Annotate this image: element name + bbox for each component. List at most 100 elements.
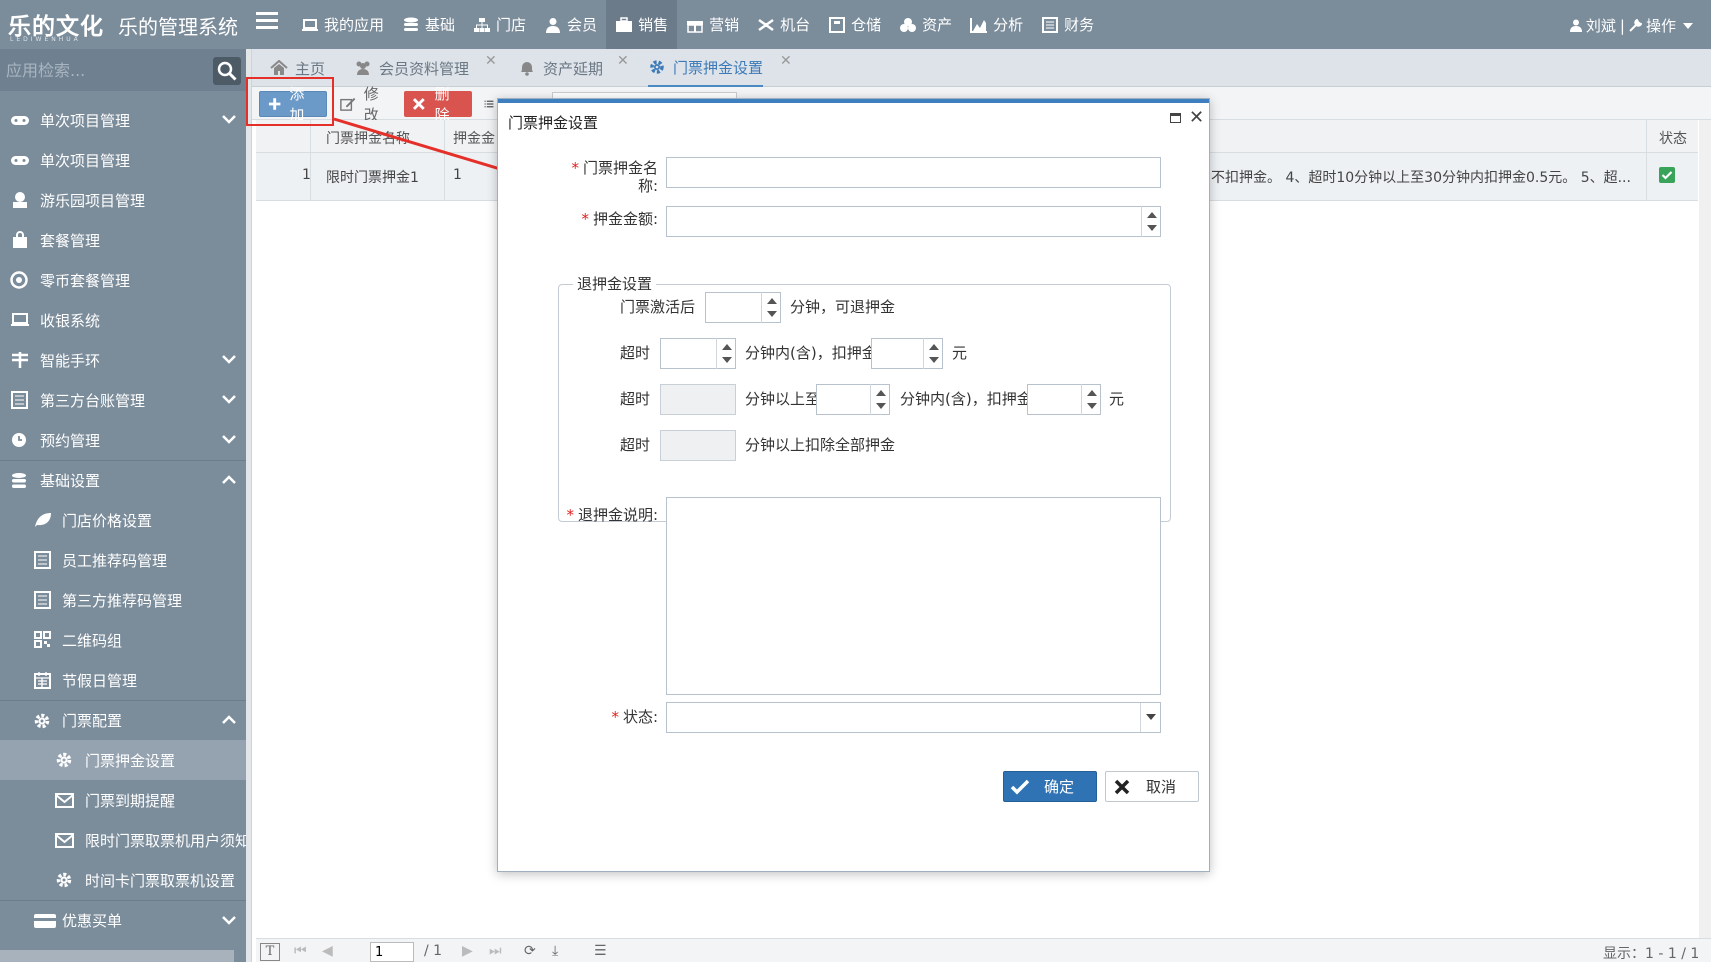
search-input[interactable] [6, 58, 206, 82]
timeout-minutes-4-input [660, 430, 736, 461]
system-title: 乐的管理系统 [118, 15, 238, 39]
sidebar-item-basic-settings[interactable]: 基础设置 [0, 460, 246, 500]
edit-button[interactable]: 修改 [332, 85, 398, 124]
column-header-name[interactable]: 门票押金名称 [326, 128, 410, 148]
maximize-icon[interactable] [1170, 113, 1181, 123]
timeout-minutes-1-spinner[interactable] [716, 338, 736, 369]
nav-assets[interactable]: 资产 [890, 0, 961, 49]
tab-asset-extension[interactable]: 资产延期 [518, 49, 603, 87]
delete-button[interactable]: 删除 [404, 85, 472, 124]
timeout-minutes-2-input [660, 384, 736, 415]
menu-toggle-icon[interactable] [256, 12, 278, 34]
sidebar-scrollbar[interactable] [0, 950, 234, 962]
amount-spinner[interactable] [1141, 206, 1161, 237]
download-icon[interactable]: ⤓ [552, 943, 558, 959]
prev-page-icon[interactable]: ◀ [322, 943, 333, 959]
sidebar-item-timed-ticket-notice[interactable]: 限时门票取票机用户须知 [0, 820, 246, 860]
sidebar-item-label: 门票配置 [62, 712, 123, 730]
deduct-amount-2-spinner[interactable] [1081, 384, 1101, 415]
nav-machine[interactable]: 机台 [748, 0, 819, 49]
sidebar-item-discount-pay[interactable]: 优惠买单 [0, 900, 246, 940]
nav-analysis[interactable]: 分析 [961, 0, 1032, 49]
sidebar-splitter[interactable] [246, 49, 252, 962]
cancel-button[interactable]: 取消 [1105, 771, 1199, 802]
nav-store[interactable]: 门店 [464, 0, 535, 49]
nav-member[interactable]: 会员 [535, 0, 606, 49]
sidebar-item-third-referral[interactable]: 第三方推荐码管理 [0, 580, 246, 620]
sidebar-item-staff-referral[interactable]: 员工推荐码管理 [0, 540, 246, 580]
sidebar-item-timecard-machine[interactable]: 时间卡门票取票机设置 [0, 860, 246, 900]
dialog-title: 门票押金设置 [508, 114, 599, 132]
nav-label: 我的应用 [324, 16, 385, 34]
sidebar-item-label: 单次项目管理 [40, 111, 131, 130]
tab-ticket-deposit[interactable]: 门票押金设置 [648, 49, 764, 87]
gamepad-icon [11, 156, 29, 165]
nav-sales[interactable]: 销售 [606, 0, 678, 49]
status-select[interactable] [666, 702, 1161, 733]
sidebar-item-cashier[interactable]: 收银系统 [0, 300, 246, 340]
qrcode-icon [34, 631, 51, 648]
refund-description-textarea[interactable] [666, 497, 1161, 695]
chevron-down-icon [222, 916, 236, 925]
nav-finance[interactable]: 财务 [1032, 0, 1103, 49]
next-page-icon[interactable]: ▶ [462, 943, 473, 959]
refundable-minutes-spinner[interactable] [761, 292, 781, 323]
close-icon[interactable]: ✕ [1189, 107, 1204, 128]
search-button[interactable] [213, 57, 241, 85]
tab-close-icon[interactable]: ✕ [485, 53, 497, 69]
sidebar-item-wristband[interactable]: 智能手环 [0, 340, 246, 380]
sidebar-item-store-price[interactable]: 门店价格设置 [0, 500, 246, 540]
sidebar-item-label: 门票到期提醒 [85, 791, 176, 810]
deposit-amount-input[interactable] [666, 206, 1161, 237]
database-icon [12, 472, 26, 488]
nav-marketing[interactable]: 营销 [677, 0, 748, 49]
sidebar-item-ticket-config[interactable]: 门票配置 [0, 700, 246, 740]
sidebar-item-holiday[interactable]: 节假日管理 [0, 660, 246, 700]
tab-close-icon[interactable]: ✕ [780, 53, 792, 69]
nav-my-apps[interactable]: 我的应用 [292, 0, 393, 49]
page-number-input[interactable] [370, 942, 414, 962]
sidebar-item-third-party-ledger[interactable]: 第三方台账管理 [0, 380, 246, 420]
name-label: * 门票押金名称: [571, 159, 658, 195]
nav-basic[interactable]: 基础 [393, 0, 464, 49]
last-page-icon[interactable]: ⏭ [489, 943, 502, 959]
columns-icon[interactable]: ☰ [594, 943, 607, 959]
gift-icon [687, 20, 704, 33]
user-icon [546, 17, 561, 33]
edit-icon [340, 97, 356, 111]
timeout-minutes-3-spinner[interactable] [870, 384, 890, 415]
gamepad-icon [11, 116, 29, 125]
sidebar-item-amusement[interactable]: 游乐园项目管理 [0, 180, 246, 220]
yuan-label: 元 [952, 344, 968, 362]
deduct-amount-1-spinner[interactable] [923, 338, 943, 369]
tab-close-icon[interactable]: ✕ [617, 53, 629, 69]
column-header-status[interactable]: 状态 [1659, 128, 1687, 148]
activated-after-label: 门票激活后 [620, 298, 696, 316]
user-menu[interactable]: 刘斌 | 操作 [1569, 15, 1693, 36]
sidebar-item-label: 时间卡门票取票机设置 [85, 871, 236, 890]
sidebar-item-coin-package[interactable]: 零币套餐管理 [0, 260, 246, 300]
refresh-icon[interactable]: ⟳ [524, 943, 536, 959]
timeout-label: 超时 [620, 436, 651, 454]
sidebar-item-ticket-expiry-reminder[interactable]: 门票到期提醒 [0, 780, 246, 820]
sidebar-item-ticket-deposit[interactable]: 门票押金设置 [0, 740, 246, 780]
deposit-name-input[interactable] [666, 157, 1161, 188]
tab-member-info[interactable]: 会员资料管理 [354, 49, 469, 87]
card-icon [34, 913, 56, 928]
first-page-icon[interactable]: ⏮ [294, 943, 307, 959]
grid-scrollbar[interactable] [1699, 120, 1711, 938]
chevron-down-icon[interactable] [1140, 703, 1160, 732]
nav-warehouse[interactable]: 仓储 [819, 0, 890, 49]
sidebar-item-package[interactable]: 套餐管理 [0, 220, 246, 260]
sidebar-item-qrcode-group[interactable]: 二维码组 [0, 620, 246, 660]
confirm-button[interactable]: 确定 [1003, 771, 1097, 802]
sidebar-item-single-project-2[interactable]: 单次项目管理 [0, 140, 246, 180]
chevron-up-icon [222, 715, 236, 724]
sidebar-item-reservation[interactable]: 预约管理 [0, 420, 246, 460]
ledger-icon [34, 591, 51, 609]
column-divider [1646, 120, 1647, 152]
column-header-amount[interactable]: 押金金 [453, 128, 495, 148]
amount-label: * 押金金额: [581, 210, 658, 228]
text-format-icon[interactable]: T [260, 943, 280, 961]
sidebar-item-single-project[interactable]: 单次项目管理 [0, 100, 246, 140]
